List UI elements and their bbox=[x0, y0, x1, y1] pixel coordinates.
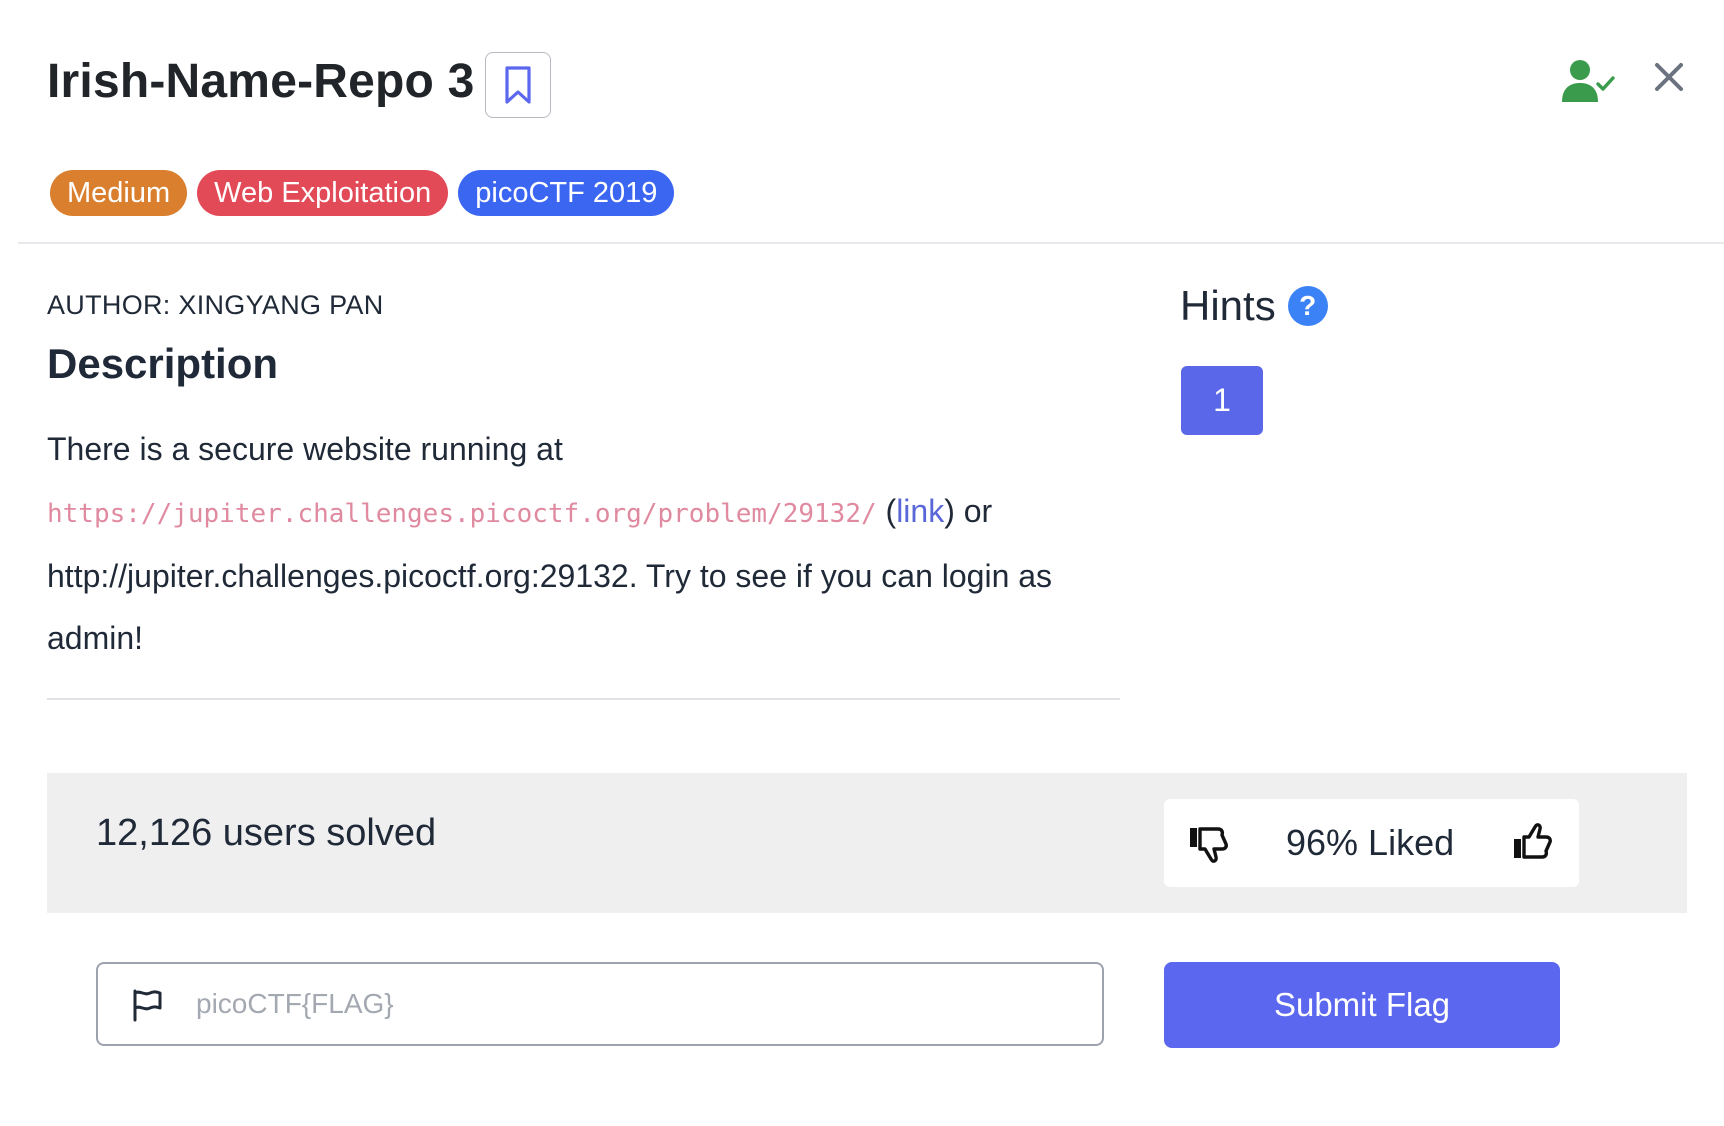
event-tag: picoCTF 2019 bbox=[458, 170, 675, 216]
hints-label: Hints bbox=[1180, 282, 1276, 329]
challenge-modal: Irish-Name-Repo 3 Medium Web Exploitatio… bbox=[0, 0, 1724, 1126]
thumbs-down-icon[interactable] bbox=[1188, 822, 1230, 864]
author-label: AUTHOR: XINGYANG PAN bbox=[47, 290, 384, 320]
submit-flag-button[interactable]: Submit Flag bbox=[1164, 962, 1560, 1048]
flag-input[interactable] bbox=[196, 978, 1076, 1030]
hints-heading: Hints ? bbox=[1180, 282, 1328, 330]
description-divider bbox=[47, 698, 1120, 700]
paren-open: ( bbox=[876, 493, 897, 529]
challenge-title: Irish-Name-Repo 3 bbox=[47, 55, 475, 108]
description-text: There is a secure website running at htt… bbox=[47, 418, 1127, 669]
solved-count: 12,126 users solved bbox=[96, 812, 437, 854]
close-button[interactable] bbox=[1650, 58, 1688, 96]
difficulty-tag: Medium bbox=[50, 170, 188, 216]
tag-list: Medium Web Exploitation picoCTF 2019 bbox=[50, 170, 675, 216]
bookmark-icon bbox=[505, 66, 531, 104]
bookmark-button[interactable] bbox=[485, 52, 551, 118]
description-intro: There is a secure website running at bbox=[47, 431, 563, 467]
challenge-link[interactable]: link bbox=[896, 493, 944, 529]
challenge-url-code: https://jupiter.challenges.picoctf.org/p… bbox=[47, 499, 877, 529]
category-tag: Web Exploitation bbox=[197, 170, 449, 216]
help-icon[interactable]: ? bbox=[1287, 286, 1328, 326]
thumbs-up-icon[interactable] bbox=[1512, 822, 1554, 864]
liked-percentage: 96% Liked bbox=[1286, 822, 1455, 863]
hint-button-1[interactable]: 1 bbox=[1181, 366, 1263, 435]
user-check-icon bbox=[1562, 60, 1615, 102]
header-divider bbox=[18, 242, 1724, 244]
close-icon bbox=[1655, 63, 1683, 91]
flag-icon bbox=[133, 989, 162, 1022]
description-heading: Description bbox=[47, 340, 279, 387]
